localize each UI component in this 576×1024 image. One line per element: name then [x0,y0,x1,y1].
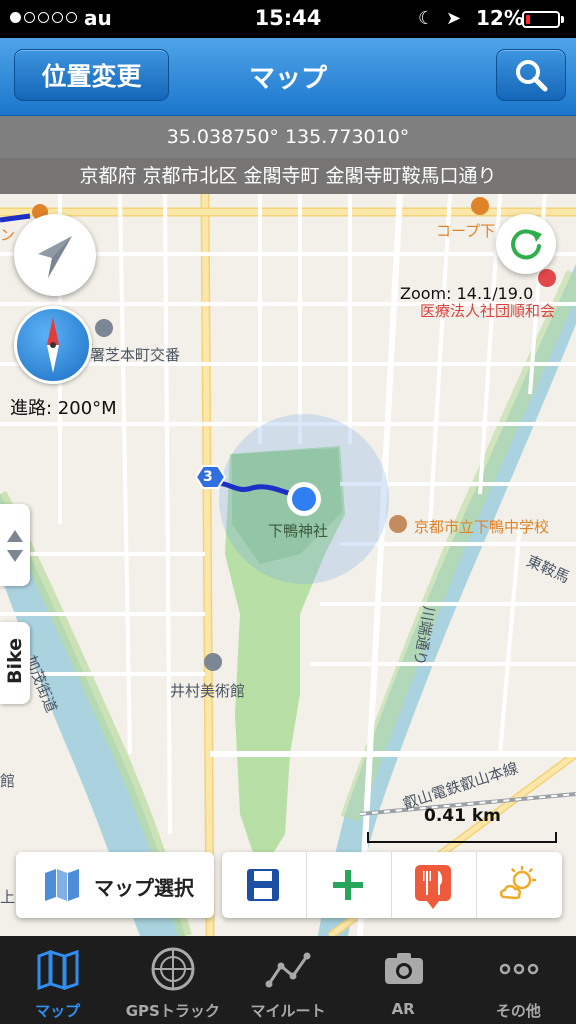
compass[interactable] [14,306,92,384]
tab-label: その他 [495,1002,541,1020]
tab-bar: マップ GPSトラック マイルート AR その他 [0,936,576,1024]
map-tools [222,852,562,918]
route-icon [265,952,311,988]
tab-my-route[interactable]: マイルート [230,936,345,1024]
save-button[interactable] [222,852,307,918]
school-label: 京都市立下鴨中学校 [414,518,550,536]
refresh-button[interactable] [496,214,556,274]
shrine-label: 下鴨神社 [268,522,329,540]
navigation-arrow-icon [38,236,72,278]
bike-label: Bike [4,637,26,684]
address-bar: 京都府 京都市北区 金閣寺町 金閣寺町鞍馬口通り [0,158,576,194]
refresh-icon [511,229,542,260]
weather-button[interactable] [477,852,562,918]
search-icon [516,60,548,92]
map-scroll-control[interactable] [0,504,30,586]
tab-label: AR [391,1000,415,1018]
location-services-icon: ➤ [446,8,462,29]
radar-icon [151,947,195,991]
battery-icon [522,11,560,28]
tab-map[interactable]: マップ [0,936,115,1024]
status-bar: au 15:44 ☾ ➤ 12% [0,0,576,38]
map-select-label: マップ選択 [94,876,194,900]
map-icon [37,949,79,991]
tab-label: GPSトラック [125,1002,220,1020]
do-not-disturb-icon: ☾ [418,8,435,29]
coop-label: コープ下 [436,222,496,240]
coordinates-bar: 35.038750° 135.773010° [0,116,576,158]
add-icon [333,870,363,900]
page-title: マップ [248,64,327,94]
search-button[interactable] [496,49,566,101]
camera-icon [384,953,423,984]
museum-label: 井村美術館 [170,682,246,700]
route-badge: 3 [203,469,213,485]
navigation-bar: 位置変更 マップ [0,38,576,116]
restaurant-button[interactable] [392,852,477,918]
map-icon [45,869,79,901]
save-icon [247,869,279,901]
koban-label: 署芝本町交番 [90,346,181,364]
battery-tip [561,16,564,23]
weather-icon [499,865,537,900]
restaurant-icon [415,865,451,909]
tab-gps-track[interactable]: GPSトラック [115,936,230,1024]
tab-ar[interactable]: AR [346,936,461,1024]
map-view[interactable]: 3 下鴨神社 京都市立下鴨中学校 井村美術館 署芝本町交番 医療法人社団順和会 … [0,194,576,936]
edge-label-1: ン [0,226,16,244]
battery-percentage: 12% [476,6,524,30]
edge-label-2: 館 [0,772,16,790]
clinic-label: 医療法人社団順和会 [420,302,556,320]
current-location-button[interactable] [14,214,96,296]
more-icon [499,963,538,975]
bike-mode-button[interactable]: Bike [0,622,30,704]
compass-needle-icon [47,317,59,373]
heading-readout: 進路: 200°M [10,398,117,419]
scale-bar: 0.41 km [360,804,560,844]
zoom-readout: Zoom: 14.1/19.0 [400,284,534,303]
add-button[interactable] [307,852,392,918]
tab-label: マップ [35,1002,81,1020]
tab-label: マイルート [250,1002,326,1020]
map-select-button[interactable]: マップ選択 [16,852,214,918]
scale-ruler [367,832,557,843]
tab-more[interactable]: その他 [461,936,576,1024]
up-down-arrows-icon [7,530,23,562]
